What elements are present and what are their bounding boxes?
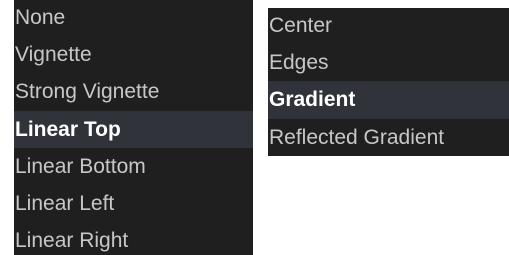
menu-item-gradient[interactable]: Gradient <box>268 81 509 119</box>
menu-item-center[interactable]: Center <box>268 8 509 44</box>
menu-item-reflected-gradient[interactable]: Reflected Gradient <box>268 119 509 156</box>
menu-item-linear-left[interactable]: Linear Left <box>14 185 253 222</box>
gradient-style-menu: Center Edges Gradient Reflected Gradient <box>268 8 509 156</box>
gradient-style-list: Center Edges Gradient Reflected Gradient <box>268 8 509 156</box>
menu-item-linear-bottom[interactable]: Linear Bottom <box>14 148 253 185</box>
menu-item-edges[interactable]: Edges <box>268 44 509 81</box>
vignette-style-menu: None Vignette Strong Vignette Linear Top… <box>14 0 253 255</box>
menu-item-linear-top[interactable]: Linear Top <box>14 110 253 148</box>
menu-item-linear-right[interactable]: Linear Right <box>14 222 253 255</box>
menu-item-vignette[interactable]: Vignette <box>14 36 253 73</box>
menu-item-none[interactable]: None <box>14 0 253 36</box>
menu-item-strong-vignette[interactable]: Strong Vignette <box>14 73 253 110</box>
vignette-style-list: None Vignette Strong Vignette Linear Top… <box>14 0 253 255</box>
